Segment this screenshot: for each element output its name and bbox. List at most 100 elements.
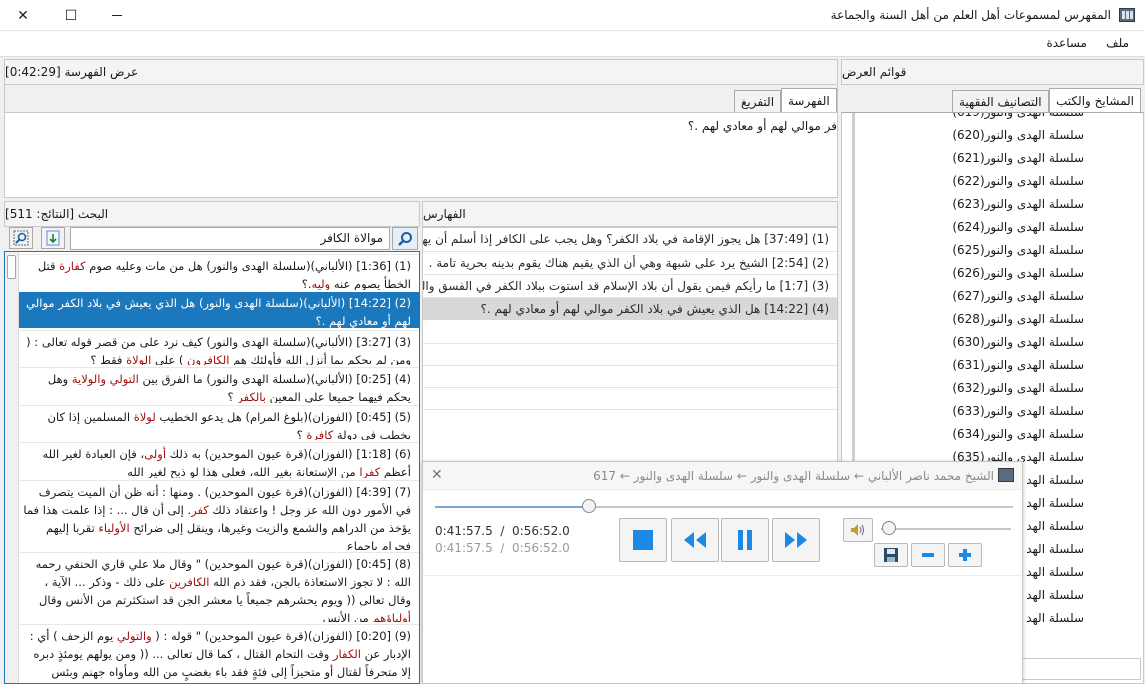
tree-item[interactable]: سلسلة الهدى والنور(630) [860, 331, 1084, 354]
minimize-window-button[interactable] [94, 0, 140, 31]
search-result-item[interactable]: (9) [0:20] (الفوزان)(قرة عيون الموحدين) … [19, 624, 419, 683]
empty-row [423, 365, 837, 387]
result-keyword: الأولياء [98, 521, 130, 535]
indexes-list[interactable]: (1) [37:49] هل يجوز الإقامة في بلاد الكف… [422, 227, 838, 463]
display-panel-header: عرض الفهرسة [0:42:29] [4, 59, 838, 85]
seek-progress [435, 506, 589, 508]
empty-row [423, 387, 837, 409]
index-row[interactable]: (4) [14:22] هل الذي يعيش في بلاد الكفر م… [423, 297, 837, 320]
save-button[interactable] [874, 543, 908, 567]
mute-button[interactable] [843, 518, 873, 542]
search-result-item[interactable]: (6) [1:18] (الفوزان)(قرة عيون الموحدين) … [19, 442, 419, 478]
result-text: (6) [1:18] (الفوزان)(قرة عيون الموحدين) … [166, 447, 411, 461]
tab-fiqh-categories[interactable]: التصانيف الفقهية [952, 90, 1049, 113]
search-result-item[interactable]: (4) [0:25] (الألباني)(سلسلة الهدى والنور… [19, 367, 419, 403]
tree-filter-input[interactable] [1016, 658, 1141, 680]
search-result-item[interactable]: (8) [0:45] (الفوزان)(قرة عيون الموحدين) … [19, 552, 419, 622]
index-row[interactable]: (1) [37:49] هل يجوز الإقامة في بلاد الكف… [423, 228, 837, 251]
tab-transcript-label: التفريغ [741, 95, 775, 109]
tab-index-label: الفهرسة [788, 94, 830, 108]
tree-item[interactable]: سلسلة الهدى والنور(622) [860, 170, 1084, 193]
tree-item[interactable]: سلسلة الهدى والنور(624) [860, 216, 1084, 239]
indexes-header-label: الفهارس [423, 207, 466, 221]
tab-categories-label: التصانيف الفقهية [959, 95, 1042, 109]
minimize-icon [112, 15, 122, 16]
tree-item[interactable]: سلسلة الهدى والنور(626) [860, 262, 1084, 285]
tree-item[interactable]: سلسلة الهدى والنور(628) [860, 308, 1084, 331]
indexes-panel-header: الفهارس [422, 201, 838, 227]
result-text: (4) [0:25] (الألباني)(سلسلة الهدى والنور… [138, 372, 412, 386]
player-close-button[interactable]: ✕ [431, 467, 443, 483]
result-keyword: الكافرون [187, 353, 230, 365]
result-keyword: وليه [311, 277, 331, 290]
search-result-item[interactable]: (2) [14:22] (الألباني)(سلسلة الهدى والنو… [19, 292, 419, 328]
result-text: فقط ؟ [90, 353, 127, 365]
time-total: 0:56:52.0 [512, 524, 570, 538]
increase-button[interactable] [948, 543, 982, 567]
search-results-list[interactable]: (1) [1:36] (الألباني)(سلسلة الهدى والنور… [4, 251, 420, 684]
result-keyword: كفارة [59, 259, 86, 273]
results-scrollbar[interactable] [5, 252, 19, 683]
sort-icon [46, 230, 60, 246]
search-result-item[interactable]: (5) [0:45] (الفوزان)(بلوغ المرام) هل يدع… [19, 405, 419, 440]
tree-item[interactable]: سلسلة الهدى والنور(632) [860, 377, 1084, 400]
result-keyword: أولياؤهم [372, 611, 412, 622]
search-header-label: البحث [النتائج: 511] [5, 207, 109, 221]
player-logo-icon [998, 468, 1014, 482]
tree-item[interactable]: سلسلة الهدى والنور(623) [860, 193, 1084, 216]
result-keyword: كفرا [359, 465, 381, 478]
result-text: (5) [0:45] (الفوزان)(بلوغ المرام) هل يدع… [155, 410, 411, 424]
result-text: .؟ [301, 277, 312, 290]
speaker-icon [851, 524, 864, 536]
maximize-window-button[interactable]: ☐ [48, 0, 94, 31]
result-keyword: أولى [144, 447, 167, 461]
result-text: (9) [0:20] (الفوزان)(قرة عيون الموحدين) … [151, 629, 411, 643]
tab-index[interactable]: الفهرسة [781, 88, 837, 113]
result-text: ؟ [296, 428, 307, 440]
search-result-item[interactable]: (1) [1:36] (الألباني)(سلسلة الهدى والنور… [19, 254, 419, 290]
volume-thumb[interactable] [882, 521, 896, 535]
pause-button[interactable] [721, 518, 769, 562]
search-result-item[interactable]: (7) [4:39] (الفوزان)(قرة عيون الموحدين) … [19, 480, 419, 550]
fast-forward-button[interactable] [772, 518, 820, 562]
tree-item[interactable]: سلسلة الهدى والنور(631) [860, 354, 1084, 377]
stop-button[interactable] [619, 518, 667, 562]
tree-item[interactable]: سلسلة الهدى والنور(625) [860, 239, 1084, 262]
display-text: فر موالي لهم أو معادي لهم .؟ [687, 119, 837, 133]
tree-item[interactable]: سلسلة الهدى والنور(621) [860, 147, 1084, 170]
result-keyword: والتولي [116, 629, 152, 643]
time-readout: 0:41:57.5 / 0:56:52.0 [435, 524, 570, 538]
tree-item[interactable]: سلسلة الهدى والنور(633) [860, 400, 1084, 423]
tab-transcript[interactable]: التفريغ [734, 90, 782, 113]
advanced-search-button[interactable] [9, 227, 33, 249]
tree-item[interactable]: سلسلة الهدى والنور(634) [860, 423, 1084, 446]
tree-item[interactable]: سلسلة الهدى والنور(620) [860, 124, 1084, 147]
search-result-item[interactable]: (3) [3:27] (الألباني)(سلسلة الهدى والنور… [19, 330, 419, 365]
result-keyword: التولي والولاية [71, 372, 139, 386]
close-window-button[interactable]: ✕ [0, 0, 46, 31]
result-keyword: كافرة [306, 428, 334, 440]
menu-bar: ملف مساعدة [0, 31, 1145, 57]
volume-track[interactable] [881, 528, 1011, 530]
search-button[interactable] [392, 227, 418, 250]
pause-icon [738, 530, 752, 550]
search-input[interactable]: موالاة الكافر [70, 227, 390, 250]
seek-thumb[interactable] [581, 499, 596, 513]
decrease-button[interactable] [911, 543, 945, 567]
results-scroll-thumb[interactable] [7, 255, 16, 279]
rewind-icon [684, 532, 706, 548]
time-current-2: 0:41:57.5 [435, 541, 493, 555]
tree-item[interactable]: سلسلة الهدى والنور(619) [860, 113, 1084, 124]
tree-item[interactable]: سلسلة الهدى والنور(627) [860, 285, 1084, 308]
index-row[interactable]: (2) [2:54] الشيخ يرد على شبهة وهي أن الذ… [423, 251, 837, 274]
result-keyword: الولاة [126, 353, 152, 365]
menu-file[interactable]: ملف [1106, 36, 1129, 50]
rewind-button[interactable] [671, 518, 719, 562]
display-text-area[interactable]: فر موالي لهم أو معادي لهم .؟ [4, 112, 838, 198]
menu-help[interactable]: مساعدة [1046, 36, 1087, 50]
tab-scholars-books[interactable]: المشايخ والكتب [1049, 88, 1142, 113]
player-divider [423, 575, 1022, 576]
sort-results-button[interactable] [41, 227, 65, 249]
index-row[interactable]: (3) [1:7] ما رأيكم فيمن يقول أن بلاد الإ… [423, 274, 837, 297]
search-toolbar: موالاة الكافر [4, 227, 420, 251]
